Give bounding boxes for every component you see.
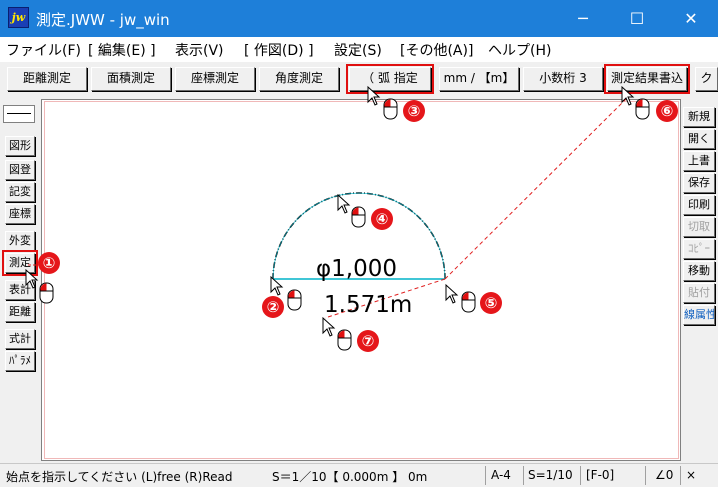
menu-settings[interactable]: 設定(S) — [334, 40, 382, 60]
area-measure-button[interactable]: 面積測定 — [91, 67, 171, 91]
status-zoom[interactable]: × — [686, 468, 696, 482]
app-icon: jw — [8, 7, 29, 28]
open-file-button[interactable]: 開く — [683, 129, 715, 149]
close-button[interactable]: ✕ — [664, 0, 718, 37]
palette-measure[interactable]: 測定 — [2, 250, 38, 276]
measure-toolbar: 距離測定 面積測定 座標測定 角度測定 （ 弧 指定 mm / 【m】 小数桁 … — [0, 62, 718, 98]
save-button[interactable]: 保存 — [683, 173, 715, 193]
title-bar: jw 測定.JWW - jw_win ─ ☐ ✕ — [0, 0, 718, 37]
step-badge-3: ③ — [403, 100, 425, 122]
palette-symbol-change[interactable]: 記変 — [5, 182, 35, 202]
status-divider — [680, 466, 681, 485]
arc-specify-button[interactable]: （ 弧 指定 — [346, 64, 434, 94]
print-button[interactable]: 印刷 — [683, 195, 715, 215]
palette-external-change[interactable]: 外変 — [5, 231, 35, 251]
menu-help[interactable]: ヘルプ(H) — [488, 40, 551, 60]
status-prompt: 始点を指示してください (L)free (R)Read — [6, 470, 233, 484]
status-scale: S＝1／10【 0.000m 】 0m — [272, 470, 428, 484]
line-attribute-button[interactable]: 線属性 — [683, 305, 715, 325]
status-divider — [645, 466, 646, 485]
step-badge-2: ② — [262, 296, 284, 318]
palette-parametric[interactable]: ﾊﾟﾗﾒ — [5, 351, 35, 371]
menu-view[interactable]: 表示(V) — [175, 40, 224, 60]
distance-measure-button[interactable]: 距離測定 — [7, 67, 87, 91]
step-badge-7: ⑦ — [357, 330, 379, 352]
menu-other[interactable]: [その他(A)] — [400, 40, 473, 60]
clear-button-partial[interactable]: ク — [695, 67, 718, 91]
palette-register-shape[interactable]: 図登 — [5, 160, 35, 180]
minimize-button[interactable]: ─ — [556, 0, 610, 37]
status-bar: 始点を指示してください (L)free (R)Read S＝1／10【 0.00… — [0, 463, 718, 487]
palette-distance[interactable]: 距離 — [5, 302, 35, 322]
menu-bar: ファイル(F) [ 編集(E) ] 表示(V) [ 作図(D) ] 設定(S) … — [0, 37, 718, 62]
write-result-button[interactable]: 測定結果書込 — [604, 64, 690, 94]
status-divider — [523, 466, 524, 485]
status-layer[interactable]: [F-0] — [586, 468, 614, 482]
coordinate-measure-button[interactable]: 座標測定 — [175, 67, 255, 91]
menu-edit[interactable]: [ 編集(E) ] — [88, 40, 156, 60]
palette-coordinate[interactable]: 座標 — [5, 204, 35, 224]
palette-table-calc[interactable]: 表計 — [5, 280, 35, 300]
step-badge-4: ④ — [371, 208, 393, 230]
status-scale-short[interactable]: S=1/10 — [528, 468, 573, 482]
move-button[interactable]: 移動 — [683, 261, 715, 281]
line-type-indicator[interactable] — [3, 105, 35, 123]
cut-button[interactable]: 切取 — [683, 217, 715, 237]
step-badge-5: ⑤ — [480, 292, 502, 314]
new-file-button[interactable]: 新規 — [683, 107, 715, 127]
palette-formula-calc[interactable]: 式計 — [5, 329, 35, 349]
drawing-canvas[interactable] — [41, 99, 681, 461]
overwrite-save-button[interactable]: 上書 — [683, 151, 715, 171]
status-angle[interactable]: ∠0 — [655, 468, 673, 482]
paste-button[interactable]: 貼付 — [683, 283, 715, 303]
status-divider — [580, 466, 581, 485]
window-title: 測定.JWW - jw_win — [36, 11, 170, 29]
step-badge-6: ⑥ — [656, 100, 678, 122]
menu-draw[interactable]: [ 作図(D) ] — [244, 40, 314, 60]
palette-shape[interactable]: 図形 — [5, 136, 35, 156]
copy-button[interactable]: ｺﾋﾟｰ — [683, 239, 715, 259]
jw-win-window: jw 測定.JWW - jw_win ─ ☐ ✕ ファイル(F) [ 編集(E)… — [0, 0, 718, 487]
decimal-digits-button[interactable]: 小数桁 3 — [523, 67, 603, 91]
angle-measure-button[interactable]: 角度測定 — [259, 67, 339, 91]
maximize-button[interactable]: ☐ — [610, 0, 664, 37]
menu-file[interactable]: ファイル(F) — [6, 40, 81, 60]
status-paper-size[interactable]: A-4 — [491, 468, 511, 482]
unit-toggle-button[interactable]: mm / 【m】 — [439, 67, 519, 91]
step-badge-1: ① — [38, 252, 60, 274]
status-divider — [485, 466, 486, 485]
